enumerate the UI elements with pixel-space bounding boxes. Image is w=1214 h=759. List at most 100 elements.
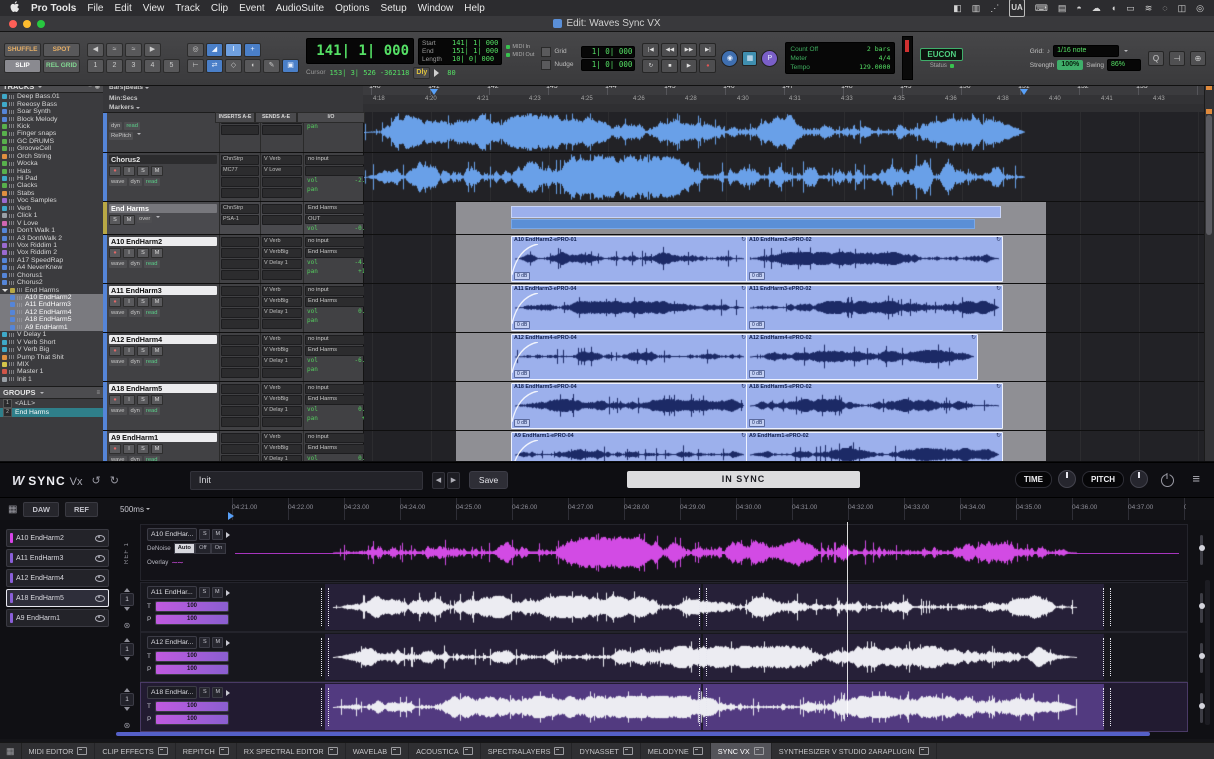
selection-start-marker[interactable] — [430, 89, 438, 99]
overlay-curve-icon[interactable]: ∼∼ — [171, 558, 182, 567]
record-enable-button[interactable]: ● — [109, 346, 121, 356]
fade-in-curve[interactable] — [512, 244, 538, 275]
send-slot[interactable]: V VerbBig — [262, 346, 302, 356]
dyn-selector[interactable]: dyn — [129, 456, 142, 461]
output-selector[interactable]: End Harms — [305, 395, 371, 405]
menubar-item[interactable]: Event — [239, 3, 265, 14]
clip-gain-badge[interactable]: 0 dB — [514, 370, 530, 378]
send-slot[interactable]: V Delay 1 — [262, 308, 302, 318]
record-enable-button[interactable]: ● — [109, 166, 121, 176]
track-lane[interactable]: A18 EndHarm5-ePRO-04 0 dB ↻ A18 EndHarm5… — [364, 382, 1205, 430]
menubar-item[interactable]: AudioSuite — [276, 3, 324, 14]
audio-clip[interactable]: A9 EndHarm1-ePRO-02 0 dB ↻ — [746, 432, 1003, 461]
automation-mode-button[interactable]: read — [144, 358, 160, 366]
fade-in-curve[interactable] — [512, 391, 538, 422]
menubar-status-icon[interactable]: ▤ — [1058, 0, 1067, 16]
mute-button[interactable]: M — [151, 248, 163, 258]
chevron-down-icon[interactable] — [124, 657, 130, 664]
insert-slot[interactable]: PSA-1 — [221, 215, 259, 225]
next-preset-button[interactable]: ▶ — [447, 472, 460, 489]
segment-handle[interactable] — [699, 588, 707, 626]
track-lane[interactable]: A12 EndHarm4-ePRO-04 0 dB ↻ A12 EndHarm4… — [364, 333, 1205, 381]
view-selector[interactable]: wave — [109, 309, 127, 317]
track-list-item[interactable]: A17 SpeedRap — [0, 257, 103, 264]
view-selector[interactable]: wave — [109, 456, 127, 461]
denoise-option-button[interactable]: Off — [195, 543, 211, 554]
dyn-selector[interactable]: dyn — [129, 309, 142, 317]
menubar-item[interactable]: Setup — [381, 3, 407, 14]
track-lane[interactable]: A10 EndHarm2-ePRO-01 0 dB ↻ A10 EndHarm2… — [364, 235, 1205, 283]
dyn-selector[interactable]: dyn — [129, 178, 142, 186]
mute-button[interactable]: M — [212, 587, 223, 598]
view-selector[interactable]: wave — [109, 260, 127, 268]
track-list-item[interactable]: Vox Riddim 2 — [0, 249, 103, 256]
view-selector[interactable]: wave — [109, 358, 127, 366]
zoom-preset-button[interactable]: 1 — [87, 59, 104, 73]
toolbar-right-icon[interactable]: ⊕ — [1190, 51, 1206, 66]
speaker-icon[interactable] — [226, 640, 233, 646]
mute-button[interactable]: M — [151, 166, 163, 176]
syncvx-track-chip[interactable]: A10 EndHarm2 — [6, 529, 109, 547]
denoise-option-button[interactable]: On — [211, 543, 227, 554]
track-list-item[interactable]: Click 1 — [0, 212, 103, 219]
segment-handle[interactable] — [1103, 588, 1111, 626]
taskbar-item[interactable]: REPITCH — [176, 743, 237, 759]
time-slider[interactable]: 100 — [155, 601, 229, 612]
strength-value[interactable]: 100% — [1057, 60, 1083, 70]
speaker-icon[interactable] — [226, 532, 233, 538]
tempo-label[interactable]: Tempo — [790, 64, 810, 71]
edit-tool-button[interactable]: I — [225, 43, 242, 57]
track-list-item[interactable]: A9 EndHarm1 — [0, 324, 103, 331]
mute-button[interactable]: M — [151, 297, 163, 307]
audio-clip[interactable]: A18 EndHarm5-ePRO-04 0 dB ↻ — [511, 383, 748, 429]
insert-slot[interactable]: MC77 — [221, 166, 259, 176]
send-slot[interactable]: V Verb — [262, 433, 302, 443]
input-monitor-button[interactable]: I — [123, 166, 135, 176]
track-name[interactable]: A12 EndHarm4 — [109, 335, 217, 344]
transport-button[interactable]: ● — [699, 59, 716, 73]
output-selector[interactable]: OUT — [305, 215, 371, 225]
chevron-up-icon[interactable] — [124, 685, 130, 692]
lane-track-name[interactable]: A11 EndHar... — [147, 586, 197, 599]
grid-value[interactable]: 1| 0| 000 — [581, 46, 635, 58]
track-list-item[interactable]: MIX — [0, 361, 103, 368]
plugin-menu-icon[interactable]: ≡ — [1192, 471, 1200, 486]
mute-button[interactable]: M — [212, 637, 223, 648]
send-slot[interactable]: V Verb — [262, 286, 302, 296]
output-selector[interactable]: End Harms — [305, 346, 371, 356]
taskbar-item[interactable]: RX SPECTRAL EDITOR — [237, 743, 346, 759]
input-monitor-button[interactable]: I — [123, 444, 135, 454]
menubar-item[interactable]: Help — [464, 3, 485, 14]
output-selector[interactable] — [305, 166, 371, 176]
visibility-eye-icon[interactable] — [95, 595, 105, 602]
send-slot[interactable]: V Verb — [262, 155, 302, 165]
solo-button[interactable]: S — [137, 444, 149, 454]
transport-button[interactable]: ▶| — [699, 43, 716, 57]
menubar-item[interactable]: Track — [175, 3, 200, 14]
track-list-item[interactable]: Pump That Shit — [0, 353, 103, 360]
input-selector[interactable]: no input — [305, 335, 371, 345]
syncvx-track-chip[interactable]: A9 EndHarm1 — [6, 609, 109, 627]
audio-clip[interactable]: A12 EndHarm4-ePRO-04 0 dB ↻ — [511, 334, 748, 380]
pitch-slider[interactable]: 100 — [155, 614, 229, 625]
track-list-item[interactable]: Stabs — [0, 190, 103, 197]
grid-icon[interactable] — [541, 47, 551, 57]
view-selector[interactable]: wave — [109, 178, 127, 186]
menubar-status-icon[interactable]: ⌨ — [1035, 0, 1048, 16]
send-slot[interactable]: V VerbBig — [262, 297, 302, 307]
menubar-status-icon[interactable]: ◌ — [1162, 0, 1167, 16]
preset-name-field[interactable]: Init — [190, 471, 423, 490]
clip-warp-icon[interactable]: ↻ — [996, 286, 1001, 293]
folder-clip-summary[interactable] — [511, 206, 1001, 218]
menubar-status-icon[interactable]: ▥ — [972, 0, 981, 16]
group-number[interactable]: 1 — [120, 593, 134, 606]
record-enable-button[interactable]: ● — [109, 248, 121, 258]
taskbar-item[interactable]: CLIP EFFECTS — [95, 743, 175, 759]
gear-icon[interactable]: ⊛ — [124, 721, 131, 730]
insert-slot[interactable]: ChnStrp — [221, 204, 259, 214]
chevron-up-icon[interactable] — [124, 585, 130, 592]
send-slot[interactable]: V Verb — [262, 237, 302, 247]
track-list-item[interactable]: Master 1 — [0, 368, 103, 375]
zoom-preset-button[interactable]: 5 — [163, 59, 180, 73]
scrollbar-thumb[interactable] — [1206, 115, 1212, 235]
